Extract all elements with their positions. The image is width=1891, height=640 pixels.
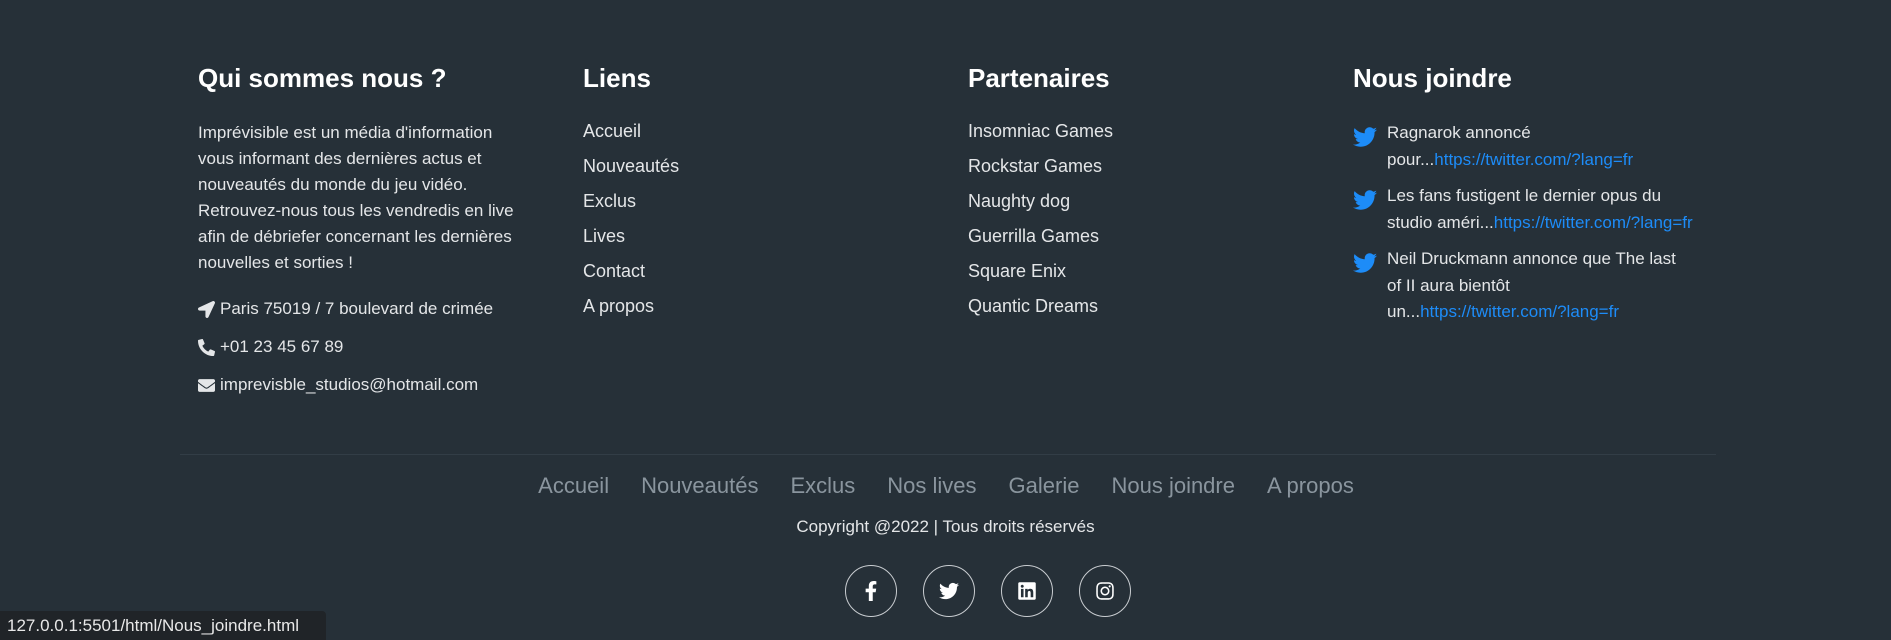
phone-line: +01 23 45 67 89 bbox=[198, 336, 583, 358]
tweet-text: Les fans fustigent le dernier opus du st… bbox=[1387, 183, 1693, 236]
partner-link-naughty-dog[interactable]: Naughty dog bbox=[968, 190, 1353, 212]
partner-link-square-enix[interactable]: Square Enix bbox=[968, 260, 1353, 282]
about-title: Qui sommes nous ? bbox=[198, 63, 447, 93]
footer-link-lives[interactable]: Lives bbox=[583, 225, 968, 247]
tweet-link[interactable]: https://twitter.com/?lang=fr bbox=[1420, 302, 1619, 321]
links-column: Liens Accueil Nouveautés Exclus Lives Co… bbox=[583, 62, 968, 412]
tweet-item: Ragnarok annoncé pour...https://twitter.… bbox=[1353, 120, 1693, 173]
bottom-nav-nous-joindre[interactable]: Nous joindre bbox=[1111, 472, 1235, 500]
footer-link-exclus[interactable]: Exclus bbox=[583, 190, 968, 212]
partner-link-insomniac[interactable]: Insomniac Games bbox=[968, 120, 1353, 142]
tweet-item: Neil Druckmann annonce que The last of I… bbox=[1353, 246, 1693, 326]
copyright-text: Copyright @2022 | Tous droits réservés bbox=[796, 517, 1095, 536]
instagram-button[interactable] bbox=[1079, 565, 1131, 617]
twitter-icon bbox=[1353, 190, 1377, 210]
partner-link-quantic-dreams[interactable]: Quantic Dreams bbox=[968, 295, 1353, 317]
contact-column: Nous joindre Ragnarok annoncé pour...htt… bbox=[1353, 62, 1738, 412]
bottom-nav-nos-lives[interactable]: Nos lives bbox=[887, 472, 976, 500]
bottom-nav-exclus[interactable]: Exclus bbox=[791, 472, 856, 500]
tweet-link[interactable]: https://twitter.com/?lang=fr bbox=[1494, 213, 1693, 232]
bottom-nav-accueil[interactable]: Accueil bbox=[538, 472, 609, 500]
footer-columns: Qui sommes nous ? Imprévisible est un mé… bbox=[198, 62, 1738, 412]
tweet-text: Ragnarok annoncé pour...https://twitter.… bbox=[1387, 120, 1693, 173]
partners-column: Partenaires Insomniac Games Rockstar Gam… bbox=[968, 62, 1353, 412]
phone-icon bbox=[198, 338, 215, 356]
location-arrow-icon bbox=[198, 300, 215, 318]
footer-link-nouveautes[interactable]: Nouveautés bbox=[583, 155, 968, 177]
bottom-nav-galerie[interactable]: Galerie bbox=[1009, 472, 1080, 500]
footer-link-a-propos[interactable]: A propos bbox=[583, 295, 968, 317]
partners-list: Insomniac Games Rockstar Games Naughty d… bbox=[968, 120, 1353, 317]
linkedin-button[interactable] bbox=[1001, 565, 1053, 617]
browser-status-bar: 127.0.0.1:5501/html/Nous_joindre.html bbox=[0, 611, 326, 640]
tweet-item: Les fans fustigent le dernier opus du st… bbox=[1353, 183, 1693, 236]
instagram-icon bbox=[1096, 582, 1114, 600]
address-line: Paris 75019 / 7 boulevard de crimée bbox=[198, 298, 583, 320]
envelope-icon bbox=[198, 378, 215, 392]
footer-divider bbox=[180, 454, 1716, 455]
partner-link-guerrilla[interactable]: Guerrilla Games bbox=[968, 225, 1353, 247]
twitter-icon bbox=[1353, 127, 1377, 147]
phone-text: +01 23 45 67 89 bbox=[220, 337, 344, 356]
facebook-button[interactable] bbox=[845, 565, 897, 617]
partners-title: Partenaires bbox=[968, 63, 1110, 93]
tweet-link[interactable]: https://twitter.com/?lang=fr bbox=[1434, 150, 1633, 169]
twitter-icon bbox=[1353, 253, 1377, 273]
bottom-nav-a-propos[interactable]: A propos bbox=[1267, 472, 1354, 500]
tweet-text: Neil Druckmann annonce que The last of I… bbox=[1387, 246, 1693, 326]
address-text: Paris 75019 / 7 boulevard de crimée bbox=[220, 299, 494, 318]
links-list: Accueil Nouveautés Exclus Lives Contact … bbox=[583, 120, 968, 317]
facebook-icon bbox=[865, 581, 877, 601]
partner-link-rockstar[interactable]: Rockstar Games bbox=[968, 155, 1353, 177]
twitter-button[interactable] bbox=[923, 565, 975, 617]
social-links bbox=[845, 565, 1131, 617]
tweet-list: Ragnarok annoncé pour...https://twitter.… bbox=[1353, 120, 1738, 326]
email-line: imprevisble_studios@hotmail.com bbox=[198, 374, 583, 396]
twitter-icon bbox=[939, 582, 959, 600]
bottom-nav-nouveautes[interactable]: Nouveautés bbox=[641, 472, 758, 500]
links-title: Liens bbox=[583, 63, 651, 93]
contact-title: Nous joindre bbox=[1353, 63, 1512, 93]
email-text: imprevisble_studios@hotmail.com bbox=[220, 375, 479, 394]
bottom-nav: Accueil Nouveautés Exclus Nos lives Gale… bbox=[0, 472, 1891, 500]
linkedin-icon bbox=[1018, 582, 1036, 600]
contact-info: Paris 75019 / 7 boulevard de crimée +01 … bbox=[198, 298, 583, 396]
about-column: Qui sommes nous ? Imprévisible est un mé… bbox=[198, 62, 583, 412]
about-text: Imprévisible est un média d'information … bbox=[198, 123, 514, 272]
footer-link-accueil[interactable]: Accueil bbox=[583, 120, 968, 142]
footer-link-contact[interactable]: Contact bbox=[583, 260, 968, 282]
